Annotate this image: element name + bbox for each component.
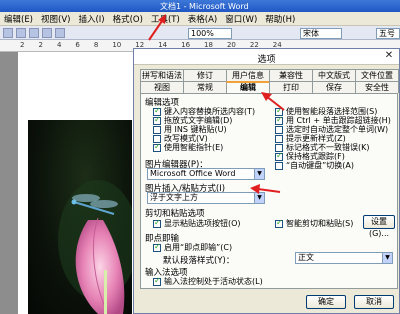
checkbox-label: 使用智能指针(E) <box>164 143 224 152</box>
window-title: 文档1 - Microsoft Word <box>160 2 249 11</box>
tab-tabs_row2-0[interactable]: 视图 <box>140 81 184 93</box>
zoom-select[interactable]: 100% <box>188 28 232 39</box>
undo-icon[interactable] <box>29 28 39 38</box>
ruler-mark: 10 <box>112 41 122 49</box>
menu-item[interactable]: 格式(O) <box>109 13 147 25</box>
checkbox-box[interactable] <box>153 142 161 152</box>
ok-button[interactable]: 确定 <box>306 295 346 309</box>
annotation-arrow-edit-tab <box>261 92 285 111</box>
options-dialog: 选项 ✕ 拼写和语法 修订 用户信息 兼容性 中文版式 文件位置 视图 常规 编辑 打印 保存 安全… <box>133 48 400 314</box>
standard-toolbar: 100% 宋体 五号 <box>0 26 400 40</box>
lotus-dragonfly-image[interactable] <box>28 120 132 314</box>
picture-editor-value: Microsoft Office Word <box>150 169 236 178</box>
ruler-mark: 6 <box>75 41 80 49</box>
menu-item[interactable]: 编辑(E) <box>0 13 37 25</box>
option-checkbox[interactable]: “自动键盘”切换(A) <box>275 160 354 171</box>
redo-icon[interactable] <box>42 28 52 38</box>
table-icon[interactable] <box>55 28 65 38</box>
checkbox-box[interactable] <box>153 242 161 252</box>
show-paste-buttons-checkbox[interactable]: 显示粘贴选项按钮(O) <box>153 218 241 229</box>
font-size-select[interactable]: 五号 <box>376 28 400 39</box>
ruler-mark: 4 <box>56 41 62 49</box>
default-style-value: 正文 <box>298 253 314 262</box>
tab-tabs_row2-4[interactable]: 保存 <box>312 81 356 93</box>
chevron-down-icon[interactable]: ▼ <box>254 169 264 179</box>
word-title-bar: 文档1 - Microsoft Word <box>0 0 400 12</box>
close-icon[interactable]: ✕ <box>383 51 395 62</box>
tab-tabs_row2-1[interactable]: 常规 <box>183 81 227 93</box>
cancel-button[interactable]: 取消 <box>354 295 394 309</box>
checkbox-label: 启用“即点即输”(C) <box>164 243 233 252</box>
toolbar-icons <box>3 28 65 38</box>
picture-editor-select[interactable]: Microsoft Office Word ▼ <box>147 168 265 180</box>
chevron-down-icon[interactable]: ▼ <box>382 253 392 263</box>
annotation-arrow-insert-paste <box>250 184 281 194</box>
menu-item[interactable]: 插入(I) <box>74 13 108 25</box>
menu-item[interactable]: 窗口(W) <box>221 13 261 25</box>
tab-tabs_row1-0[interactable]: 拼写和语法 <box>140 69 184 81</box>
default-style-label: 默认段落样式(Y)： <box>163 256 235 266</box>
settings-button[interactable]: 设置(G)... <box>363 215 395 238</box>
annotation-arrow-menu <box>148 14 166 41</box>
option-checkbox[interactable]: 使用智能指针(E) <box>153 142 223 153</box>
ruler-mark: 2 <box>38 41 43 49</box>
menu-item[interactable]: 视图(V) <box>37 13 74 25</box>
checkbox-label: 输入法控制处于活动状态(L) <box>164 277 263 286</box>
checkbox-label: “自动键盘”切换(A) <box>286 161 355 170</box>
tab-tabs_row1-3[interactable]: 兼容性 <box>269 69 313 81</box>
tab-tabs_row1-1[interactable]: 修订 <box>183 69 227 81</box>
checkbox-label: 显示粘贴选项按钮(O) <box>164 219 241 228</box>
insert-paste-value: 浮于文字上方 <box>150 193 198 202</box>
tab-tabs_row1-4[interactable]: 中文版式 <box>312 69 356 81</box>
smart-cut-paste-checkbox[interactable]: 智能剪切和粘贴(S) <box>275 218 353 229</box>
tab-tabs_row2-5[interactable]: 安全性 <box>355 81 399 93</box>
enable-click-type-checkbox[interactable]: 启用“即点即输”(C) <box>153 242 232 253</box>
ime-active-checkbox[interactable]: 输入法控制处于活动状态(L) <box>153 276 263 287</box>
checkbox-label: 智能剪切和粘贴(S) <box>286 219 354 228</box>
font-name-select[interactable]: 宋体 <box>300 28 342 39</box>
checkbox-box[interactable] <box>153 276 161 286</box>
menu-item[interactable]: 表格(A) <box>184 13 221 25</box>
tab-tabs_row1-5[interactable]: 文件位置 <box>355 69 399 81</box>
save-icon[interactable] <box>3 28 13 38</box>
print-icon[interactable] <box>16 28 26 38</box>
dialog-title: 选项 <box>257 55 276 65</box>
ruler-mark: 2 <box>20 41 25 49</box>
checkbox-box[interactable] <box>275 218 283 228</box>
checkbox-box[interactable] <box>153 218 161 228</box>
ruler-mark: 8 <box>93 41 99 49</box>
tab-tabs_row1-2[interactable]: 用户信息 <box>226 69 270 81</box>
checkbox-box[interactable] <box>275 161 283 170</box>
default-style-select[interactable]: 正文 ▼ <box>295 252 393 264</box>
menu-item[interactable]: 帮助(H) <box>261 13 299 25</box>
menu-bar: 编辑(E)视图(V)插入(I)格式(O)工具(T)表格(A)窗口(W)帮助(H) <box>0 12 400 26</box>
dialog-title-bar: 选项 ✕ <box>134 49 399 65</box>
